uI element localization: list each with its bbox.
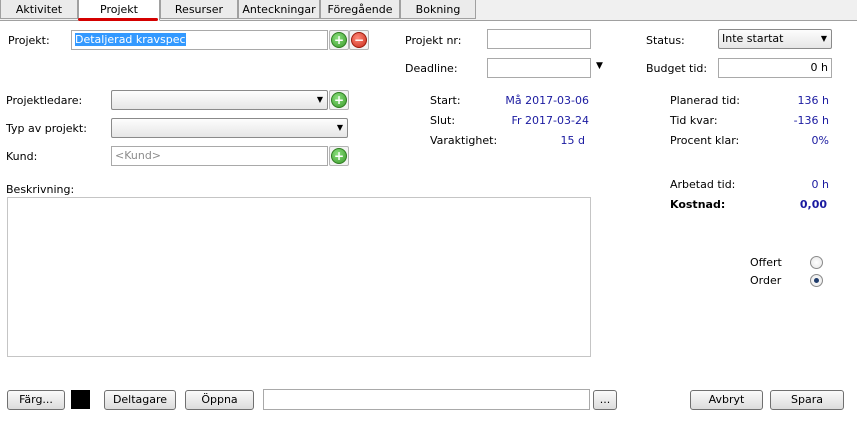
- minus-icon: −: [351, 32, 367, 48]
- start-label: Start:: [430, 94, 461, 107]
- plus-icon: +: [331, 148, 347, 164]
- projekt-name-text: Detaljerad kravspec: [75, 33, 186, 46]
- kvar-value: -136 h: [793, 114, 829, 127]
- oppna-button[interactable]: Öppna: [185, 390, 254, 410]
- order-radio[interactable]: [810, 274, 823, 287]
- beskrivning-textarea[interactable]: [7, 197, 591, 357]
- slut-value: Fr 2017-03-24: [511, 114, 589, 127]
- projekt-label: Projekt:: [8, 34, 50, 47]
- chevron-down-icon: ▼: [820, 34, 827, 43]
- status-value: Inte startat: [722, 32, 784, 45]
- add-projektledare-button[interactable]: +: [329, 90, 349, 110]
- start-value: Må 2017-03-06: [505, 94, 589, 107]
- deadline-input[interactable]: [487, 58, 591, 78]
- browse-button[interactable]: ...: [593, 390, 617, 410]
- tab-anteckningar[interactable]: Anteckningar: [238, 0, 320, 19]
- projekt-name-input[interactable]: Detaljerad kravspec: [71, 30, 328, 50]
- kund-label: Kund:: [6, 150, 38, 163]
- chevron-down-icon: ▼: [336, 123, 343, 132]
- slut-label: Slut:: [430, 114, 456, 127]
- budget-input[interactable]: 0 h: [718, 58, 832, 78]
- tab-bar: Aktivitet Projekt Resurser Anteckningar …: [0, 0, 857, 21]
- kostnad-label: Kostnad:: [670, 198, 726, 211]
- deadline-dropdown-icon[interactable]: ▼: [596, 61, 603, 71]
- remove-projekt-button[interactable]: −: [349, 30, 369, 50]
- planerad-label: Planerad tid:: [670, 94, 740, 107]
- typ-label: Typ av projekt:: [6, 122, 87, 135]
- spara-button[interactable]: Spara: [770, 390, 844, 410]
- kund-input[interactable]: <Kund>: [111, 146, 328, 166]
- tab-resurser[interactable]: Resurser: [160, 0, 238, 19]
- plus-icon: +: [331, 32, 347, 48]
- tab-aktivitet[interactable]: Aktivitet: [0, 0, 78, 19]
- path-input[interactable]: [263, 389, 590, 410]
- projektledare-label: Projektledare:: [6, 94, 83, 107]
- typ-select[interactable]: ▼: [111, 118, 348, 138]
- beskrivning-label: Beskrivning:: [6, 183, 75, 196]
- tab-foregaende[interactable]: Föregående: [320, 0, 400, 19]
- projektledare-select[interactable]: ▼: [111, 90, 328, 110]
- arbetad-label: Arbetad tid:: [670, 178, 736, 191]
- status-label: Status:: [646, 34, 685, 47]
- planerad-value: 136 h: [797, 94, 829, 107]
- avbryt-button[interactable]: Avbryt: [690, 390, 763, 410]
- varaktighet-label: Varaktighet:: [430, 134, 498, 147]
- deadline-label: Deadline:: [405, 62, 458, 75]
- varaktighet-value: 15 d: [560, 134, 585, 147]
- tab-bokning[interactable]: Bokning: [400, 0, 476, 19]
- active-tab-indicator: [78, 18, 158, 21]
- budget-label: Budget tid:: [646, 62, 708, 75]
- procent-value: 0%: [811, 134, 829, 147]
- status-select[interactable]: Inte startat ▼: [718, 29, 832, 49]
- projektnr-input[interactable]: [487, 29, 591, 49]
- radio-selected-dot: [814, 278, 819, 283]
- projektnr-label: Projekt nr:: [405, 34, 462, 47]
- procent-label: Procent klar:: [670, 134, 740, 147]
- offert-label: Offert: [750, 256, 782, 269]
- order-label: Order: [750, 274, 782, 287]
- color-swatch[interactable]: [71, 390, 90, 409]
- deltagare-button[interactable]: Deltagare: [104, 390, 176, 410]
- chevron-down-icon: ▼: [316, 95, 323, 104]
- kvar-label: Tid kvar:: [670, 114, 718, 127]
- farg-button[interactable]: Färg...: [7, 390, 65, 410]
- plus-icon: +: [331, 92, 347, 108]
- arbetad-value: 0 h: [811, 178, 829, 191]
- kostnad-value: 0,00: [799, 198, 827, 211]
- offert-radio[interactable]: [810, 256, 823, 269]
- add-projekt-button[interactable]: +: [329, 30, 349, 50]
- add-kund-button[interactable]: +: [329, 146, 349, 166]
